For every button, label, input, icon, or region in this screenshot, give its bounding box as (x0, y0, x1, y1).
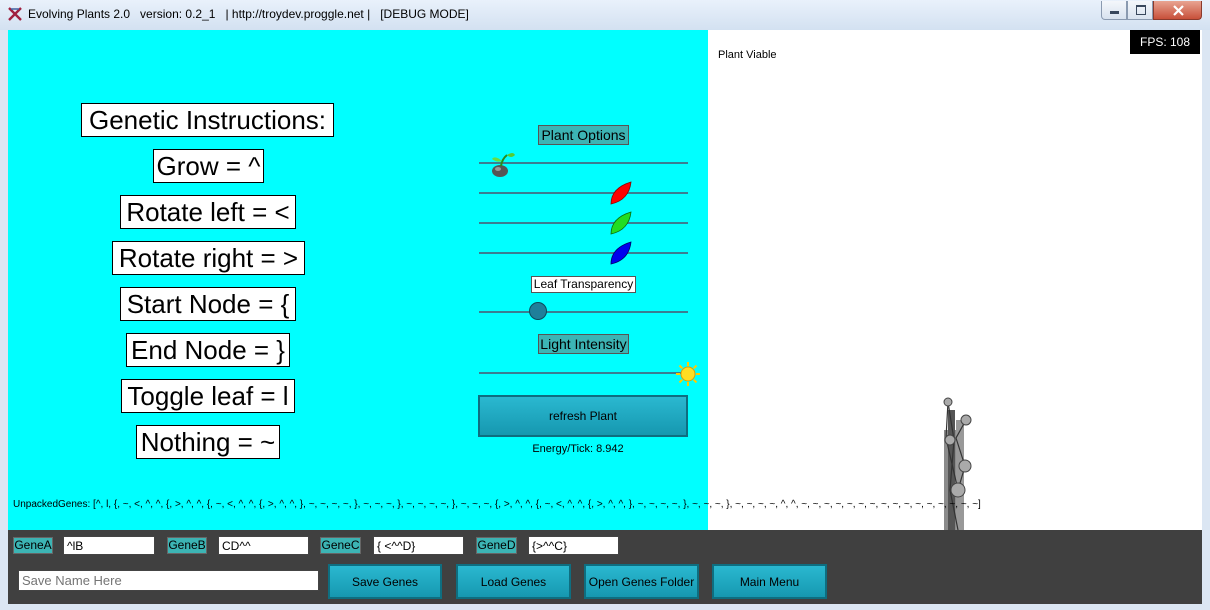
red-slider-track[interactable] (479, 192, 688, 194)
window-title: Evolving Plants 2.0 version: 0.2_1 | htt… (28, 7, 469, 21)
window-frame-left (0, 30, 8, 610)
light-intensity-track[interactable] (479, 372, 688, 374)
sun-icon[interactable] (675, 361, 701, 387)
gene-b-input[interactable] (218, 536, 309, 555)
instruction-nothing: Nothing = ~ (136, 425, 280, 459)
instructions-title: Genetic Instructions: (81, 103, 334, 137)
app-icon (8, 7, 22, 21)
minimize-icon (1110, 11, 1119, 14)
instruction-grow: Grow = ^ (153, 149, 264, 183)
plant-status: Plant Viable (718, 49, 777, 61)
open-genes-folder-button[interactable]: Open Genes Folder (584, 564, 699, 599)
leaf-transparency-knob[interactable] (529, 302, 547, 320)
instruction-end-node: End Node = } (126, 333, 290, 367)
green-leaf-icon[interactable] (609, 210, 633, 236)
instruction-toggle-leaf: Toggle leaf = l (121, 379, 295, 413)
blue-leaf-icon[interactable] (609, 240, 633, 266)
save-genes-button[interactable]: Save Genes (328, 564, 442, 599)
light-intensity-label: Light Intensity (538, 334, 629, 354)
load-genes-button[interactable]: Load Genes (456, 564, 571, 599)
gene-d-input[interactable] (528, 536, 619, 555)
energy-per-tick: Energy/Tick: 8.942 (532, 443, 624, 455)
close-icon (1173, 5, 1184, 16)
gene-c-label: GeneC (320, 537, 361, 554)
leaf-transparency-track[interactable] (479, 311, 688, 313)
green-slider-track[interactable] (479, 222, 688, 224)
blue-slider-track[interactable] (479, 252, 688, 254)
instruction-start-node: Start Node = { (120, 287, 296, 321)
instruction-rotate-left: Rotate left = < (120, 195, 296, 229)
window-frame-bottom (0, 604, 1210, 610)
maximize-icon (1136, 5, 1146, 15)
unpacked-genes: UnpackedGenes: [^, l, {, ~, <, ^, ^, {, … (13, 499, 981, 510)
maximize-button[interactable] (1127, 1, 1153, 20)
seed-icon[interactable] (489, 149, 517, 179)
refresh-plant-button[interactable]: refresh Plant (478, 395, 688, 437)
gene-a-input[interactable] (63, 536, 155, 555)
minimize-button[interactable] (1101, 1, 1127, 20)
close-button[interactable] (1153, 1, 1202, 20)
gene-d-label: GeneD (476, 537, 517, 554)
main-menu-button[interactable]: Main Menu (712, 564, 827, 599)
save-name-input[interactable] (18, 570, 319, 591)
leaf-transparency-label: Leaf Transparency (531, 276, 636, 293)
gene-b-label: GeneB (167, 537, 207, 554)
red-leaf-icon[interactable] (609, 180, 633, 206)
plant-options-label: Plant Options (538, 125, 629, 145)
gene-c-input[interactable] (373, 536, 464, 555)
window-frame-right (1202, 30, 1210, 610)
instruction-rotate-right: Rotate right = > (112, 241, 305, 275)
gene-a-label: GeneA (13, 537, 53, 554)
fps-counter: FPS: 108 (1130, 30, 1200, 54)
